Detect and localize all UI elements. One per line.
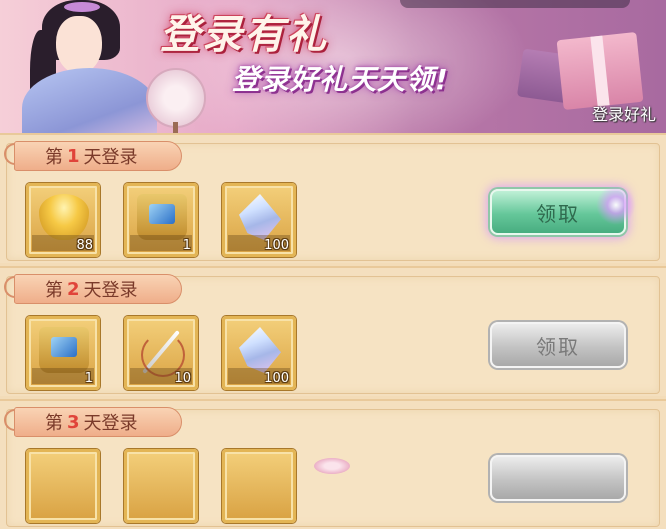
reward-item-crystal[interactable]: 100 — [222, 183, 296, 257]
character-hair-ornament — [64, 2, 100, 12]
reward-item-treasure-bag[interactable]: 1 — [124, 183, 198, 257]
day-prefix: 第 — [45, 280, 63, 301]
reward-item-crystal[interactable]: 100 — [222, 316, 296, 390]
treasure-bag-icon — [39, 327, 89, 373]
fan-handle — [173, 122, 178, 133]
sparkle-effect-icon — [596, 185, 636, 225]
character-face — [56, 16, 102, 74]
day-number: 2 — [67, 278, 80, 300]
reward-item-needle-thread[interactable]: 10 — [124, 316, 198, 390]
day-number: 1 — [67, 145, 80, 167]
claim-button[interactable]: 领取 — [490, 322, 626, 368]
banner-top-strip — [400, 0, 630, 8]
banner-title: 登录有礼 — [160, 12, 328, 58]
banner-tag: 登录好礼 — [591, 105, 656, 124]
item-count: 1 — [182, 238, 191, 253]
login-reward-banner: 登录有礼 登录好礼天天领! 登录好礼 — [0, 0, 666, 133]
day-number: 3 — [67, 411, 80, 433]
item-count: 1 — [84, 371, 93, 386]
treasure-bag-icon — [137, 194, 187, 240]
claim-button[interactable] — [490, 455, 626, 501]
day-row-2: 第 2 天登录 1 10 100 领取 — [0, 266, 666, 396]
reward-item-treasure-bag[interactable]: 1 — [26, 316, 100, 390]
day-tab: 第 3 天登录 — [14, 407, 182, 437]
item-count: 100 — [264, 371, 289, 386]
reward-item[interactable] — [124, 449, 198, 523]
day-row-1: 第 1 天登录 88 1 100 领取 — [0, 133, 666, 263]
day-prefix: 第 — [45, 413, 63, 434]
crystal-icon — [239, 194, 281, 240]
day-suffix: 天登录 — [83, 280, 138, 301]
item-count: 100 — [264, 238, 289, 253]
reward-item-gold-ingot[interactable]: 88 — [26, 183, 100, 257]
item-count: 88 — [76, 238, 93, 253]
gold-ingot-icon — [39, 194, 89, 240]
day-tab: 第 2 天登录 — [14, 274, 182, 304]
reward-item[interactable] — [222, 449, 296, 523]
scroll-ornament-icon — [314, 458, 350, 474]
crystal-icon — [239, 327, 281, 373]
item-count: 10 — [174, 371, 191, 386]
banner-subtitle: 登录好礼天天领! — [232, 63, 449, 96]
needle-thread-icon — [137, 327, 187, 377]
day-tab: 第 1 天登录 — [14, 141, 182, 171]
day-suffix: 天登录 — [83, 147, 138, 168]
fan-icon — [146, 68, 206, 128]
day-prefix: 第 — [45, 147, 63, 168]
day-suffix: 天登录 — [83, 413, 138, 434]
gift-box-large-icon — [556, 32, 644, 110]
reward-item[interactable] — [26, 449, 100, 523]
